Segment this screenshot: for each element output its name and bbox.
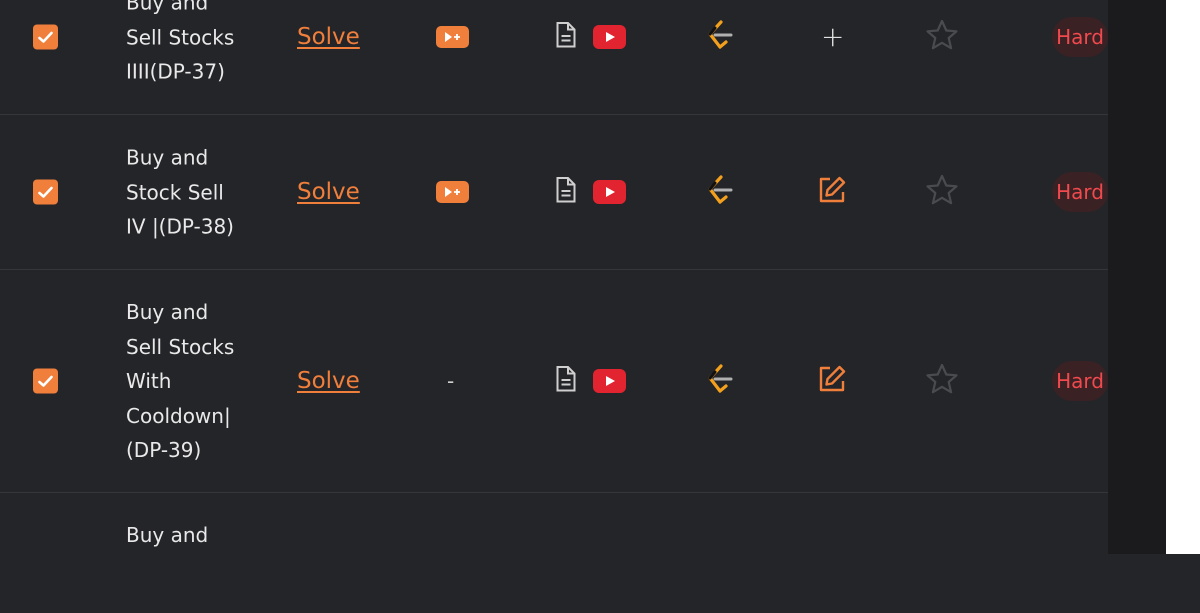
completed-checkbox[interactable]: [33, 24, 58, 50]
problem-title: Buy and Stock Sell IV |(DP-38): [126, 140, 266, 244]
title-line: Sell Stocks: [126, 334, 235, 359]
problem-title: Buy and Sell Stocks IIII(DP-37): [126, 0, 266, 89]
title-line: IIII(DP-37): [126, 59, 225, 84]
star-outline-icon[interactable]: [925, 174, 959, 210]
leetcode-icon[interactable]: [705, 363, 735, 399]
title-line: Buy and: [126, 0, 209, 15]
problem-title: Buy and Sell Stocks With Cooldown| (DP-3…: [126, 295, 266, 468]
table-row: Buy and Stock Sell IV |(DP-38) Solve Har…: [0, 115, 1108, 270]
solve-link[interactable]: Solve: [297, 368, 360, 394]
title-line: With: [126, 368, 172, 393]
edit-note-icon[interactable]: [817, 175, 847, 209]
title-line: Sell Stocks: [126, 24, 235, 49]
plus-icon[interactable]: +: [821, 23, 844, 51]
title-line: Cooldown|: [126, 403, 231, 428]
leetcode-icon[interactable]: [705, 174, 735, 210]
table-row: Buy and Sell Stocks With Cooldown| (DP-3…: [0, 270, 1108, 493]
table-row: Buy and Sell Stocks IIII(DP-37) Solve + …: [0, 0, 1108, 115]
title-line: (DP-39): [126, 437, 202, 462]
title-line: Buy and: [126, 145, 209, 170]
table-row: Buy and: [0, 493, 1108, 613]
youtube-plus-icon[interactable]: [436, 26, 469, 48]
document-icon[interactable]: [555, 176, 577, 208]
difficulty-badge: Hard: [1052, 17, 1108, 57]
problem-title: Buy and: [126, 518, 266, 553]
check-icon: [38, 31, 53, 43]
solve-link[interactable]: Solve: [297, 24, 360, 50]
completed-checkbox[interactable]: [33, 368, 58, 394]
document-icon[interactable]: [555, 365, 577, 397]
check-icon: [38, 375, 53, 387]
title-line: Buy and: [126, 299, 209, 324]
solve-link[interactable]: Solve: [297, 179, 360, 205]
title-line: Stock Sell: [126, 179, 224, 204]
difficulty-badge: Hard: [1052, 172, 1108, 212]
difficulty-badge: Hard: [1052, 361, 1108, 401]
no-premium-video: -: [447, 369, 455, 393]
leetcode-icon[interactable]: [705, 19, 735, 55]
check-icon: [38, 186, 53, 198]
document-icon[interactable]: [555, 21, 577, 53]
youtube-plus-icon[interactable]: [436, 181, 469, 203]
youtube-icon[interactable]: [593, 369, 626, 393]
title-line: Buy and: [126, 523, 209, 547]
right-gutter: [1108, 0, 1166, 554]
problems-table: Buy and Sell Stocks IIII(DP-37) Solve + …: [0, 0, 1108, 554]
star-outline-icon[interactable]: [925, 19, 959, 55]
completed-checkbox[interactable]: [33, 179, 58, 205]
scrollbar[interactable]: [1166, 0, 1200, 554]
youtube-icon[interactable]: [593, 25, 626, 49]
youtube-icon[interactable]: [593, 180, 626, 204]
edit-note-icon[interactable]: [817, 364, 847, 398]
title-line: IV |(DP-38): [126, 214, 234, 239]
star-outline-icon[interactable]: [925, 363, 959, 399]
